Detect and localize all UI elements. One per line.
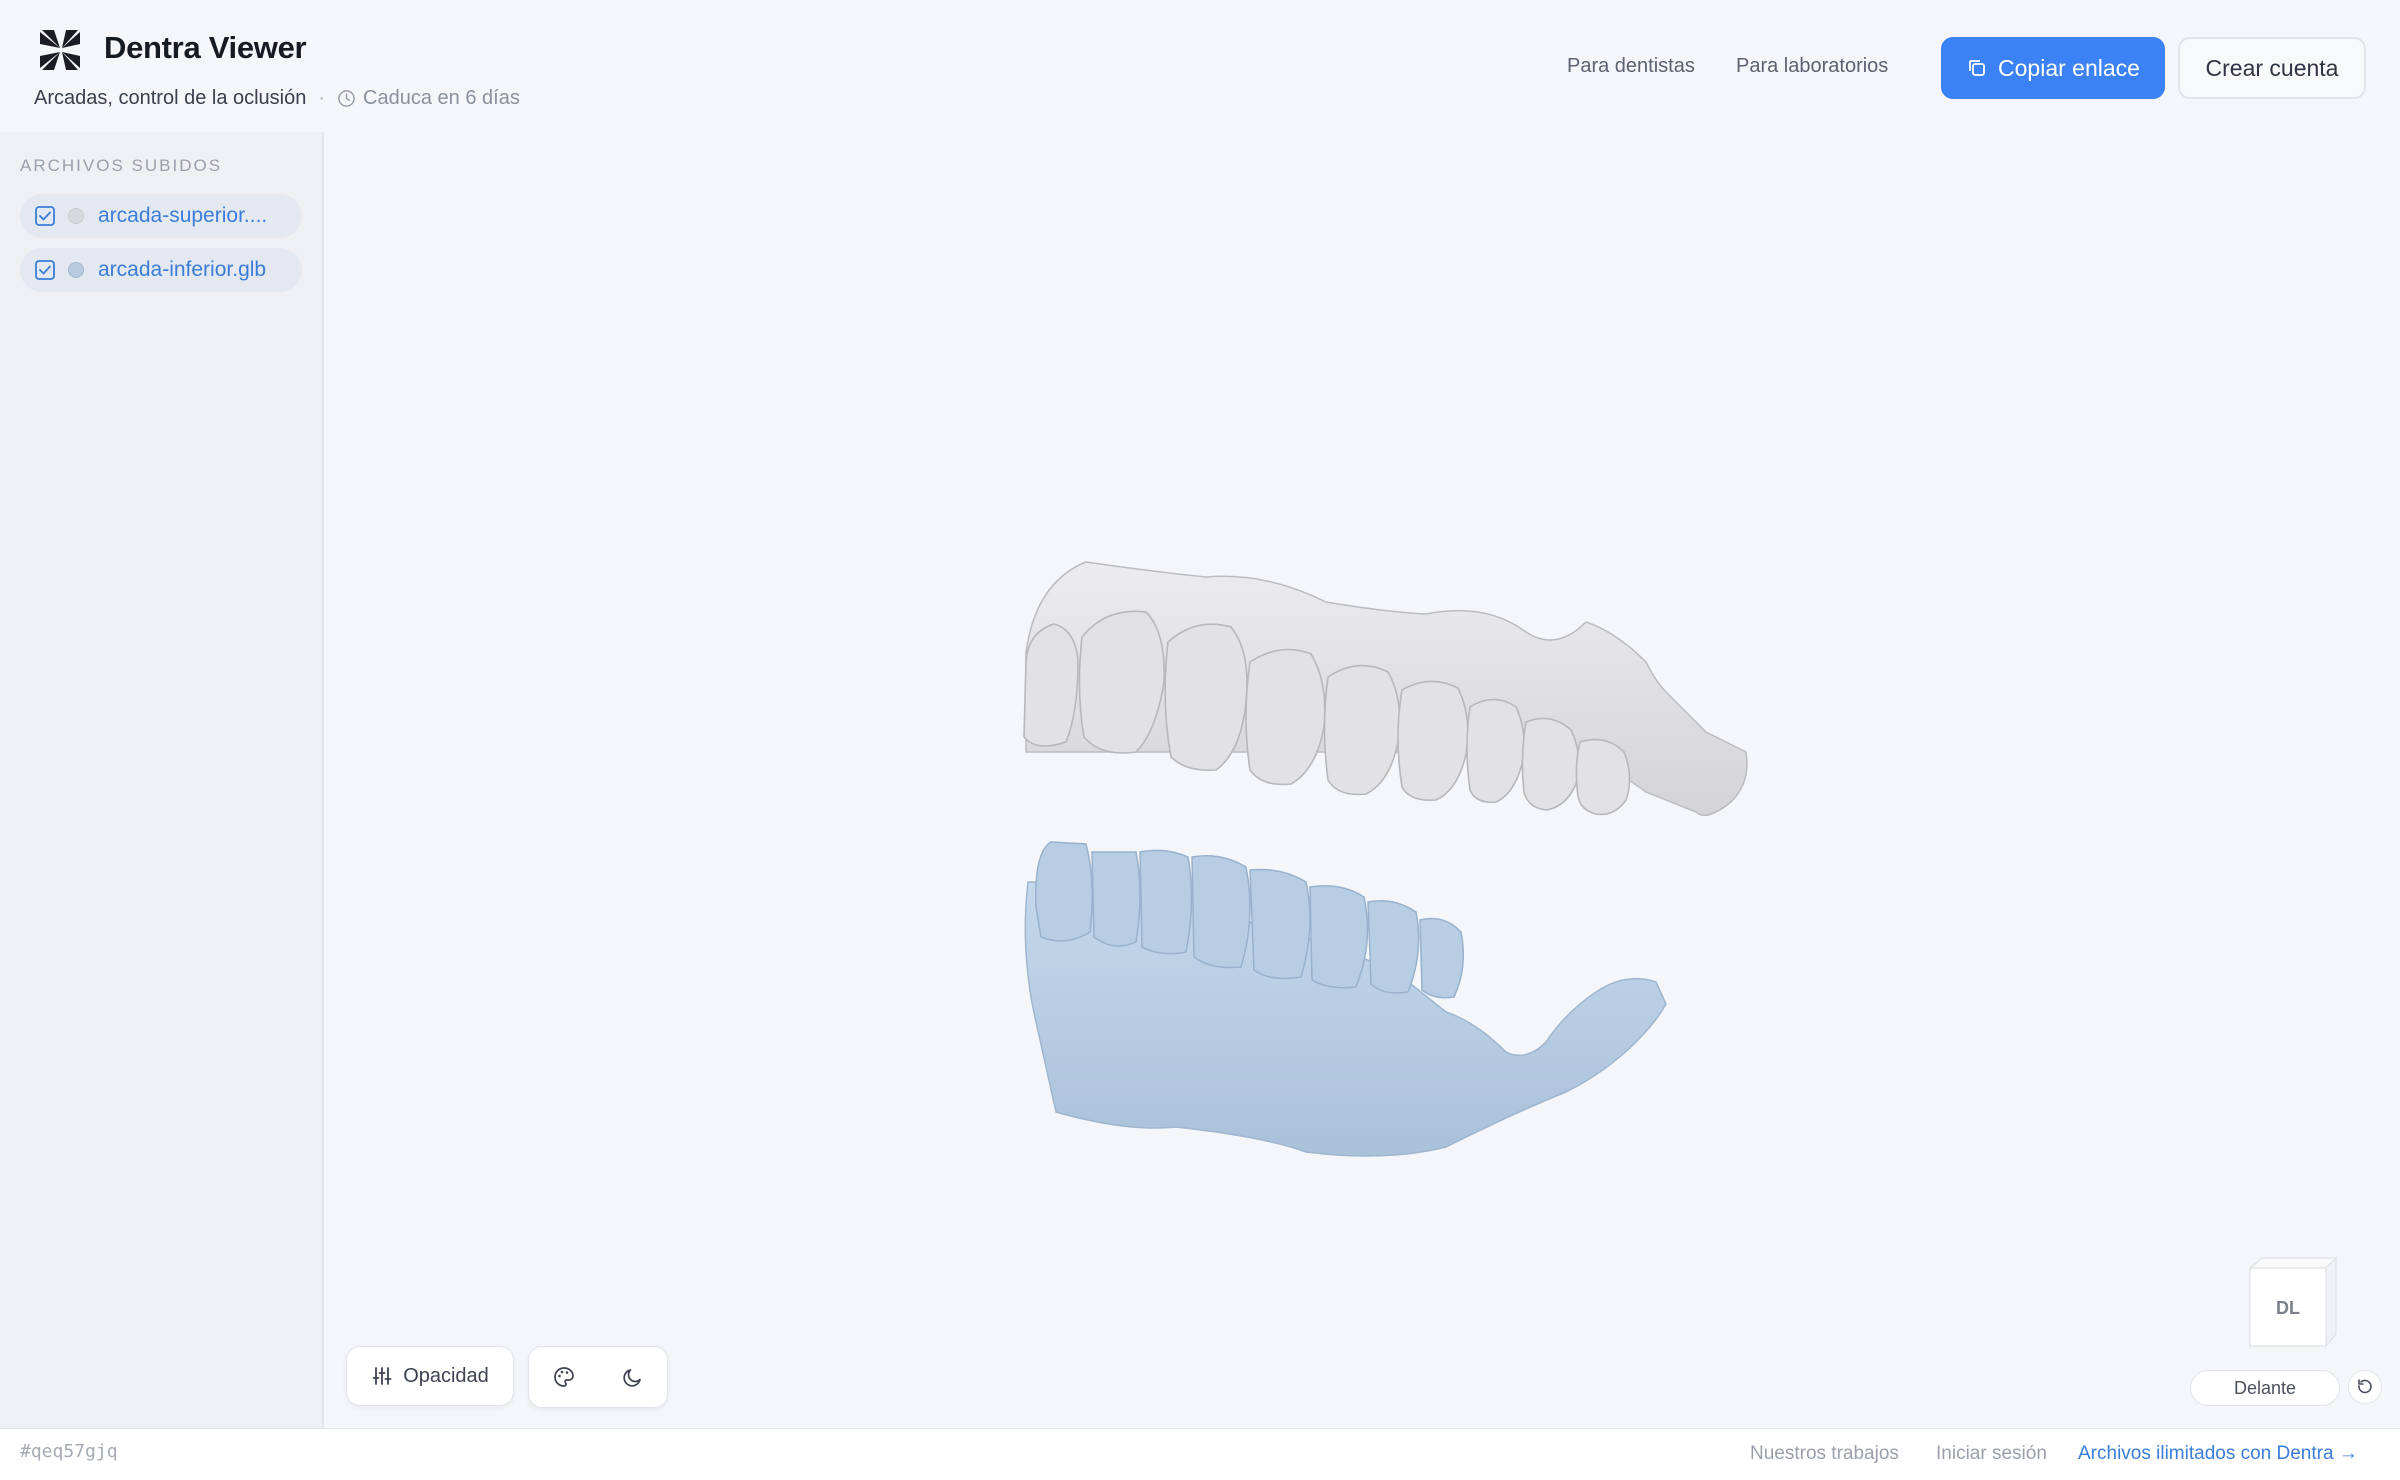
- view-cube[interactable]: DL: [2236, 1254, 2344, 1358]
- dark-mode-button[interactable]: [611, 1355, 655, 1399]
- dentra-logo-icon[interactable]: [36, 26, 84, 74]
- copy-icon: [1969, 60, 1985, 76]
- file-name: arcada-inferior.glb: [98, 258, 267, 281]
- rotate-reset-icon: [2358, 1379, 2372, 1394]
- header: Dentra Viewer Arcadas, control de la ocl…: [0, 0, 2400, 132]
- 3d-viewport[interactable]: Opacidad DL Delante: [326, 132, 2400, 1428]
- login-link[interactable]: Iniciar sesión: [1936, 1443, 2047, 1465]
- unlimited-files-cta-link[interactable]: Archivos ilimitados con Dentra →: [2078, 1443, 2358, 1465]
- file-color-dot: [68, 262, 84, 278]
- session-title: Arcadas, control de la oclusión: [34, 86, 307, 109]
- session-id: #qeq57gjq: [20, 1441, 118, 1462]
- sliders-icon: [372, 1367, 392, 1385]
- dental-arch-model[interactable]: [1006, 552, 1786, 1192]
- checkbox-checked-icon[interactable]: [34, 259, 56, 281]
- palette-icon: [553, 1367, 574, 1387]
- copy-link-label: Copiar enlace: [1998, 54, 2140, 81]
- nav-for-dentists-link[interactable]: Para dentistas: [1567, 55, 1695, 78]
- view-name-label[interactable]: Delante: [2190, 1370, 2340, 1406]
- create-account-button[interactable]: Crear cuenta: [2178, 37, 2366, 99]
- sidebar: ARCHIVOS SUBIDOS arcada-superior.... arc…: [0, 132, 324, 1428]
- checkbox-checked-icon[interactable]: [34, 205, 56, 227]
- file-item-lower-arch[interactable]: arcada-inferior.glb: [20, 248, 302, 292]
- clock-icon: [338, 89, 355, 107]
- color-palette-button[interactable]: [542, 1355, 586, 1399]
- moon-icon: [622, 1369, 641, 1387]
- sidebar-heading: ARCHIVOS SUBIDOS: [20, 156, 223, 175]
- app-title: Dentra Viewer: [104, 30, 307, 65]
- copy-link-button[interactable]: Copiar enlace: [1941, 37, 2165, 99]
- opacity-label: Opacidad: [403, 1364, 489, 1387]
- file-color-dot: [68, 208, 84, 224]
- our-work-link[interactable]: Nuestros trabajos: [1750, 1443, 1899, 1465]
- expiry-text: Caduca en 6 días: [363, 86, 520, 109]
- footer: #qeq57gjq Nuestros trabajos Iniciar sesi…: [0, 1428, 2400, 1480]
- session-info: Arcadas, control de la oclusión · Caduca…: [34, 86, 520, 110]
- view-cube-face-label: DL: [2276, 1298, 2300, 1318]
- reset-view-button[interactable]: [2348, 1370, 2382, 1404]
- file-name: arcada-superior....: [98, 204, 268, 227]
- display-toolbar: [528, 1346, 668, 1408]
- nav-for-labs-link[interactable]: Para laboratorios: [1736, 55, 1888, 78]
- opacity-button[interactable]: Opacidad: [346, 1346, 514, 1406]
- separator-dot: ·: [318, 86, 326, 109]
- file-item-upper-arch[interactable]: arcada-superior....: [20, 194, 302, 238]
